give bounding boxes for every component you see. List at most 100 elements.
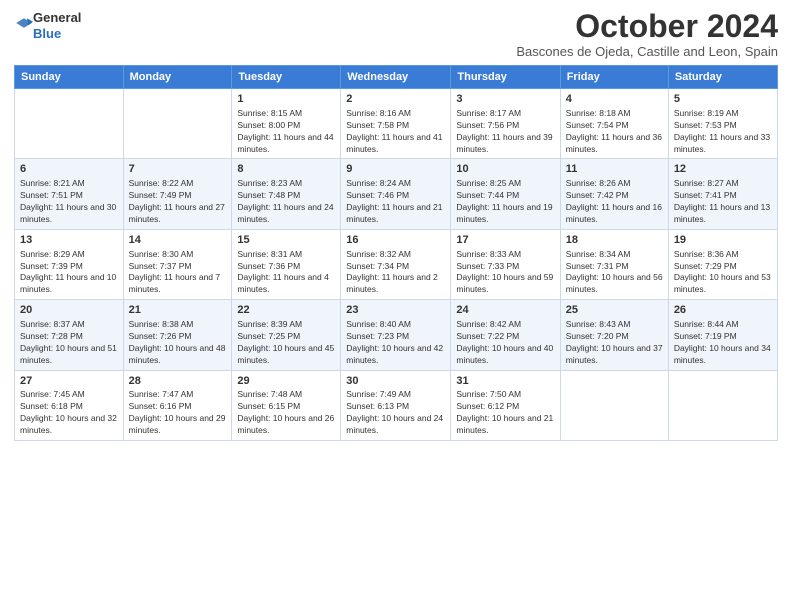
calendar-cell: 15Sunrise: 8:31 AMSunset: 7:36 PMDayligh… <box>232 229 341 299</box>
day-number: 20 <box>20 303 118 318</box>
day-info: Sunrise: 8:42 AMSunset: 7:22 PMDaylight:… <box>456 319 554 367</box>
day-number: 24 <box>456 303 554 318</box>
calendar-cell: 20Sunrise: 8:37 AMSunset: 7:28 PMDayligh… <box>15 300 124 370</box>
calendar-cell: 17Sunrise: 8:33 AMSunset: 7:33 PMDayligh… <box>451 229 560 299</box>
day-header-monday: Monday <box>123 66 232 89</box>
day-number: 21 <box>129 303 227 318</box>
day-number: 4 <box>566 92 663 107</box>
day-info: Sunrise: 8:19 AMSunset: 7:53 PMDaylight:… <box>674 108 772 156</box>
logo-blue-text: Blue <box>33 26 61 41</box>
day-number: 26 <box>674 303 772 318</box>
calendar-cell: 27Sunrise: 7:45 AMSunset: 6:18 PMDayligh… <box>15 370 124 440</box>
day-info: Sunrise: 8:37 AMSunset: 7:28 PMDaylight:… <box>20 319 118 367</box>
calendar-cell: 14Sunrise: 8:30 AMSunset: 7:37 PMDayligh… <box>123 229 232 299</box>
logo: General Blue <box>14 10 81 41</box>
title-section: October 2024 Bascones de Ojeda, Castille… <box>516 10 778 59</box>
calendar-cell: 23Sunrise: 8:40 AMSunset: 7:23 PMDayligh… <box>341 300 451 370</box>
calendar-week-row: 20Sunrise: 8:37 AMSunset: 7:28 PMDayligh… <box>15 300 778 370</box>
calendar-cell: 4Sunrise: 8:18 AMSunset: 7:54 PMDaylight… <box>560 89 668 159</box>
day-info: Sunrise: 8:39 AMSunset: 7:25 PMDaylight:… <box>237 319 335 367</box>
day-info: Sunrise: 8:36 AMSunset: 7:29 PMDaylight:… <box>674 249 772 297</box>
day-info: Sunrise: 8:24 AMSunset: 7:46 PMDaylight:… <box>346 178 445 226</box>
day-info: Sunrise: 8:29 AMSunset: 7:39 PMDaylight:… <box>20 249 118 297</box>
day-info: Sunrise: 8:26 AMSunset: 7:42 PMDaylight:… <box>566 178 663 226</box>
day-number: 31 <box>456 374 554 389</box>
logo-general-text: General <box>33 10 81 25</box>
logo-icon <box>15 14 33 32</box>
day-info: Sunrise: 8:27 AMSunset: 7:41 PMDaylight:… <box>674 178 772 226</box>
day-number: 3 <box>456 92 554 107</box>
calendar-cell <box>15 89 124 159</box>
day-info: Sunrise: 8:22 AMSunset: 7:49 PMDaylight:… <box>129 178 227 226</box>
day-number: 25 <box>566 303 663 318</box>
day-info: Sunrise: 8:38 AMSunset: 7:26 PMDaylight:… <box>129 319 227 367</box>
day-info: Sunrise: 7:49 AMSunset: 6:13 PMDaylight:… <box>346 389 445 437</box>
day-info: Sunrise: 8:31 AMSunset: 7:36 PMDaylight:… <box>237 249 335 297</box>
day-info: Sunrise: 7:45 AMSunset: 6:18 PMDaylight:… <box>20 389 118 437</box>
day-number: 28 <box>129 374 227 389</box>
day-info: Sunrise: 8:32 AMSunset: 7:34 PMDaylight:… <box>346 249 445 297</box>
day-info: Sunrise: 7:47 AMSunset: 6:16 PMDaylight:… <box>129 389 227 437</box>
day-header-wednesday: Wednesday <box>341 66 451 89</box>
day-info: Sunrise: 8:21 AMSunset: 7:51 PMDaylight:… <box>20 178 118 226</box>
day-number: 13 <box>20 233 118 248</box>
calendar-cell: 31Sunrise: 7:50 AMSunset: 6:12 PMDayligh… <box>451 370 560 440</box>
day-info: Sunrise: 8:15 AMSunset: 8:00 PMDaylight:… <box>237 108 335 156</box>
day-info: Sunrise: 8:44 AMSunset: 7:19 PMDaylight:… <box>674 319 772 367</box>
calendar-week-row: 13Sunrise: 8:29 AMSunset: 7:39 PMDayligh… <box>15 229 778 299</box>
calendar-table: SundayMondayTuesdayWednesdayThursdayFrid… <box>14 65 778 441</box>
month-title: October 2024 <box>516 10 778 42</box>
calendar-cell: 12Sunrise: 8:27 AMSunset: 7:41 PMDayligh… <box>668 159 777 229</box>
day-info: Sunrise: 8:33 AMSunset: 7:33 PMDaylight:… <box>456 249 554 297</box>
calendar-cell <box>668 370 777 440</box>
location: Bascones de Ojeda, Castille and Leon, Sp… <box>516 44 778 59</box>
day-info: Sunrise: 8:17 AMSunset: 7:56 PMDaylight:… <box>456 108 554 156</box>
day-number: 5 <box>674 92 772 107</box>
calendar-cell: 16Sunrise: 8:32 AMSunset: 7:34 PMDayligh… <box>341 229 451 299</box>
calendar-week-row: 6Sunrise: 8:21 AMSunset: 7:51 PMDaylight… <box>15 159 778 229</box>
calendar-cell: 22Sunrise: 8:39 AMSunset: 7:25 PMDayligh… <box>232 300 341 370</box>
day-info: Sunrise: 8:18 AMSunset: 7:54 PMDaylight:… <box>566 108 663 156</box>
day-number: 12 <box>674 162 772 177</box>
day-number: 2 <box>346 92 445 107</box>
day-number: 11 <box>566 162 663 177</box>
calendar-header-row: SundayMondayTuesdayWednesdayThursdayFrid… <box>15 66 778 89</box>
calendar-cell: 26Sunrise: 8:44 AMSunset: 7:19 PMDayligh… <box>668 300 777 370</box>
calendar-cell <box>123 89 232 159</box>
day-number: 23 <box>346 303 445 318</box>
day-number: 10 <box>456 162 554 177</box>
day-header-tuesday: Tuesday <box>232 66 341 89</box>
day-info: Sunrise: 7:50 AMSunset: 6:12 PMDaylight:… <box>456 389 554 437</box>
day-number: 18 <box>566 233 663 248</box>
day-number: 17 <box>456 233 554 248</box>
day-number: 7 <box>129 162 227 177</box>
calendar-cell: 18Sunrise: 8:34 AMSunset: 7:31 PMDayligh… <box>560 229 668 299</box>
calendar-cell: 28Sunrise: 7:47 AMSunset: 6:16 PMDayligh… <box>123 370 232 440</box>
calendar-cell: 2Sunrise: 8:16 AMSunset: 7:58 PMDaylight… <box>341 89 451 159</box>
calendar-cell: 25Sunrise: 8:43 AMSunset: 7:20 PMDayligh… <box>560 300 668 370</box>
day-info: Sunrise: 8:25 AMSunset: 7:44 PMDaylight:… <box>456 178 554 226</box>
day-info: Sunrise: 8:30 AMSunset: 7:37 PMDaylight:… <box>129 249 227 297</box>
page: General Blue October 2024 Bascones de Oj… <box>0 0 792 612</box>
day-number: 16 <box>346 233 445 248</box>
day-info: Sunrise: 7:48 AMSunset: 6:15 PMDaylight:… <box>237 389 335 437</box>
day-header-thursday: Thursday <box>451 66 560 89</box>
calendar-cell: 9Sunrise: 8:24 AMSunset: 7:46 PMDaylight… <box>341 159 451 229</box>
day-number: 14 <box>129 233 227 248</box>
calendar-cell: 11Sunrise: 8:26 AMSunset: 7:42 PMDayligh… <box>560 159 668 229</box>
day-info: Sunrise: 8:23 AMSunset: 7:48 PMDaylight:… <box>237 178 335 226</box>
day-number: 1 <box>237 92 335 107</box>
day-header-saturday: Saturday <box>668 66 777 89</box>
calendar-week-row: 1Sunrise: 8:15 AMSunset: 8:00 PMDaylight… <box>15 89 778 159</box>
calendar-cell: 30Sunrise: 7:49 AMSunset: 6:13 PMDayligh… <box>341 370 451 440</box>
day-number: 15 <box>237 233 335 248</box>
day-number: 27 <box>20 374 118 389</box>
calendar-cell: 29Sunrise: 7:48 AMSunset: 6:15 PMDayligh… <box>232 370 341 440</box>
calendar-cell: 6Sunrise: 8:21 AMSunset: 7:51 PMDaylight… <box>15 159 124 229</box>
day-number: 30 <box>346 374 445 389</box>
calendar-cell: 1Sunrise: 8:15 AMSunset: 8:00 PMDaylight… <box>232 89 341 159</box>
calendar-cell: 21Sunrise: 8:38 AMSunset: 7:26 PMDayligh… <box>123 300 232 370</box>
calendar-cell: 8Sunrise: 8:23 AMSunset: 7:48 PMDaylight… <box>232 159 341 229</box>
day-info: Sunrise: 8:40 AMSunset: 7:23 PMDaylight:… <box>346 319 445 367</box>
day-header-sunday: Sunday <box>15 66 124 89</box>
